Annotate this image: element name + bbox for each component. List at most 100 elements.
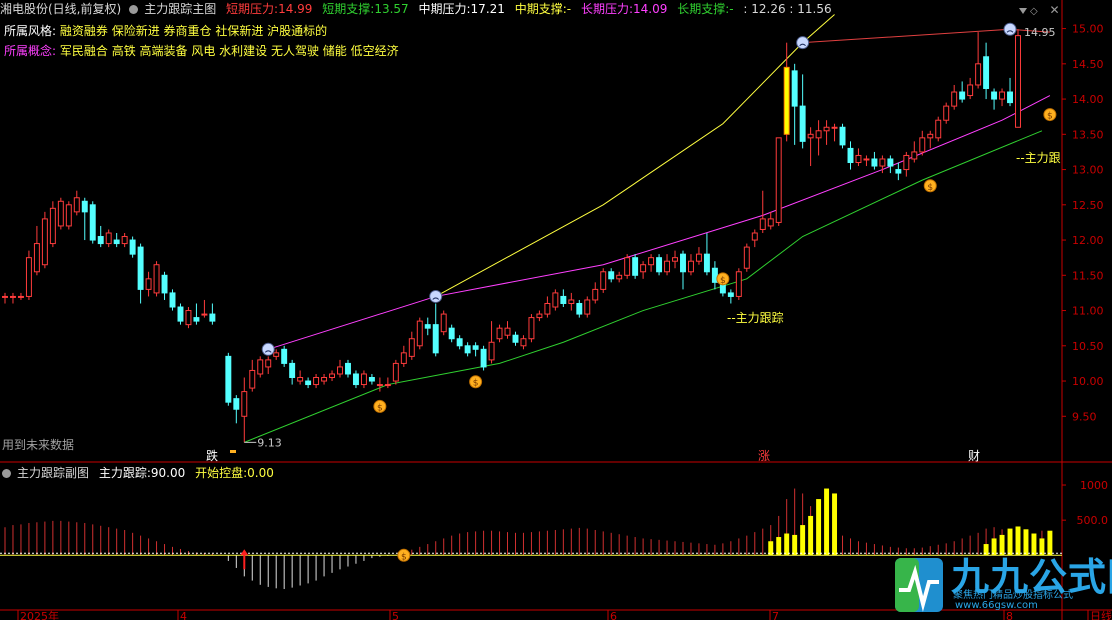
short-support-label: 短期支撑:: [322, 2, 375, 16]
candle-body: [959, 91, 966, 100]
candle-body: [177, 306, 184, 322]
candle-body: [2, 295, 8, 298]
candle-body: [855, 154, 862, 164]
concept-label: 所属概念:: [4, 44, 57, 58]
y-tick-label: 13.50: [1072, 128, 1104, 141]
main-trace-label: --主力跟踪: [727, 311, 784, 325]
mid-pressure-label: 中期压力:: [418, 2, 471, 16]
candle-body: [10, 295, 16, 298]
candle-body: [440, 313, 447, 333]
y-tick-label: 11.00: [1072, 305, 1104, 318]
window-controls: ◇ ✕: [1016, 3, 1060, 17]
candle-body: [329, 373, 336, 379]
sub-y-tick-label: 1000: [1080, 479, 1108, 492]
low-price-label: 9.13: [257, 436, 282, 449]
candle-body: [911, 151, 918, 160]
candle-body: [416, 320, 423, 347]
x-tick-label: 5: [392, 610, 399, 620]
candle-body: [592, 288, 599, 301]
candle-body: [1007, 91, 1013, 104]
candle-body: [193, 317, 200, 322]
sub-yellow-bar: [832, 493, 838, 556]
candle-body: [823, 126, 830, 132]
candle-body: [384, 384, 391, 387]
y-tick-label: 9.50: [1072, 410, 1097, 423]
candle-body: [775, 137, 782, 223]
candle-body: [113, 239, 120, 245]
candle-body: [927, 133, 934, 139]
candle-body: [839, 126, 846, 146]
candle-body: [584, 299, 591, 315]
candle-body: [321, 377, 328, 382]
long-pressure-value: 14.09: [633, 2, 668, 16]
diamond-icon[interactable]: ◇: [1030, 6, 1038, 17]
candle-body: [951, 91, 958, 107]
candle-body: [25, 257, 32, 297]
candle-body: [17, 295, 24, 298]
candle-body: [975, 63, 982, 86]
candle-body: [488, 341, 495, 361]
candle-body: [337, 366, 343, 375]
candle-body: [448, 327, 455, 340]
stock-name[interactable]: 湘电股份(日线,前复权): [0, 2, 121, 16]
candle-body: [520, 338, 527, 347]
x-tick-label: 7: [772, 610, 779, 620]
candle-body: [967, 84, 974, 97]
x-tick-label: 4: [180, 610, 187, 620]
candle-body: [935, 119, 942, 139]
long-support-label: 长期支撑:: [677, 2, 730, 16]
extra-values: : 12.26 : 11.56: [743, 2, 832, 16]
candle-body: [313, 377, 320, 386]
long-support-value: -: [729, 2, 734, 16]
candle-body: [871, 158, 878, 167]
collapse-icon[interactable]: [1019, 7, 1027, 14]
candle-body: [552, 292, 559, 308]
rise-marker: 涨: [758, 448, 770, 463]
candle-body: [464, 345, 471, 354]
candle-body: [65, 204, 72, 227]
indicator-menu-icon[interactable]: [129, 5, 139, 14]
candle-body: [209, 313, 216, 322]
candle-body: [991, 91, 998, 100]
control-value: 0.00: [247, 466, 274, 480]
y-tick-label: 13.00: [1072, 164, 1104, 177]
candle-body: [632, 257, 639, 276]
candle-body: [767, 218, 774, 227]
candle-body: [81, 200, 88, 213]
y-tick-label: 12.00: [1072, 234, 1104, 247]
candle-body: [265, 359, 272, 368]
money-bag-icon-sign: $: [927, 183, 933, 193]
candle-body: [89, 204, 96, 241]
mid-support-value: -: [566, 2, 572, 16]
style-row: 所属风格: 融资融券 保险新进 券商重仓 社保新进 沪股通标的: [4, 22, 327, 39]
candle-body: [352, 373, 359, 386]
future-data-note: 用到未来数据: [2, 438, 75, 452]
sub-yellow-bar: [776, 537, 782, 556]
indicator-name[interactable]: 主力跟踪主图: [144, 2, 216, 16]
sub-indicator-name[interactable]: 主力跟踪副图: [17, 466, 89, 480]
sub-yellow-bar: [792, 534, 798, 556]
close-icon[interactable]: ✕: [1050, 3, 1060, 17]
candle-body: [512, 334, 519, 343]
concept-row: 所属概念: 军民融合 高铁 高端装备 风电 水利建设 无人驾驶 储能 低空经济: [4, 42, 399, 59]
y-tick-label: 14.50: [1072, 58, 1104, 71]
candle-body: [895, 169, 902, 174]
candle-body: [504, 327, 511, 336]
sub-indicator-menu-icon[interactable]: [2, 469, 11, 478]
buy-arrow-icon: [240, 549, 249, 570]
candle-body: [472, 345, 479, 350]
candle-body: [919, 137, 926, 153]
mid-pressure-value: 17.21: [470, 2, 505, 16]
candle-body: [791, 70, 798, 107]
trace-label: 主力跟踪:: [98, 466, 151, 480]
wealth-marker: 财: [968, 449, 980, 463]
sad-face-icon: [1003, 22, 1017, 36]
candle-body: [544, 302, 551, 315]
watermark-logo: 九九公式网 聚焦热门精品炒股指标公式 www.66gsw.com: [893, 552, 1112, 618]
candle-body: [576, 302, 583, 315]
mid-support-label: 中期支撑:: [514, 2, 567, 16]
candle-body: [137, 246, 144, 290]
candle-body: [695, 253, 702, 262]
style-value: 融资融券 保险新进 券商重仓 社保新进 沪股通标的: [59, 24, 328, 38]
candle-body: [648, 257, 655, 266]
